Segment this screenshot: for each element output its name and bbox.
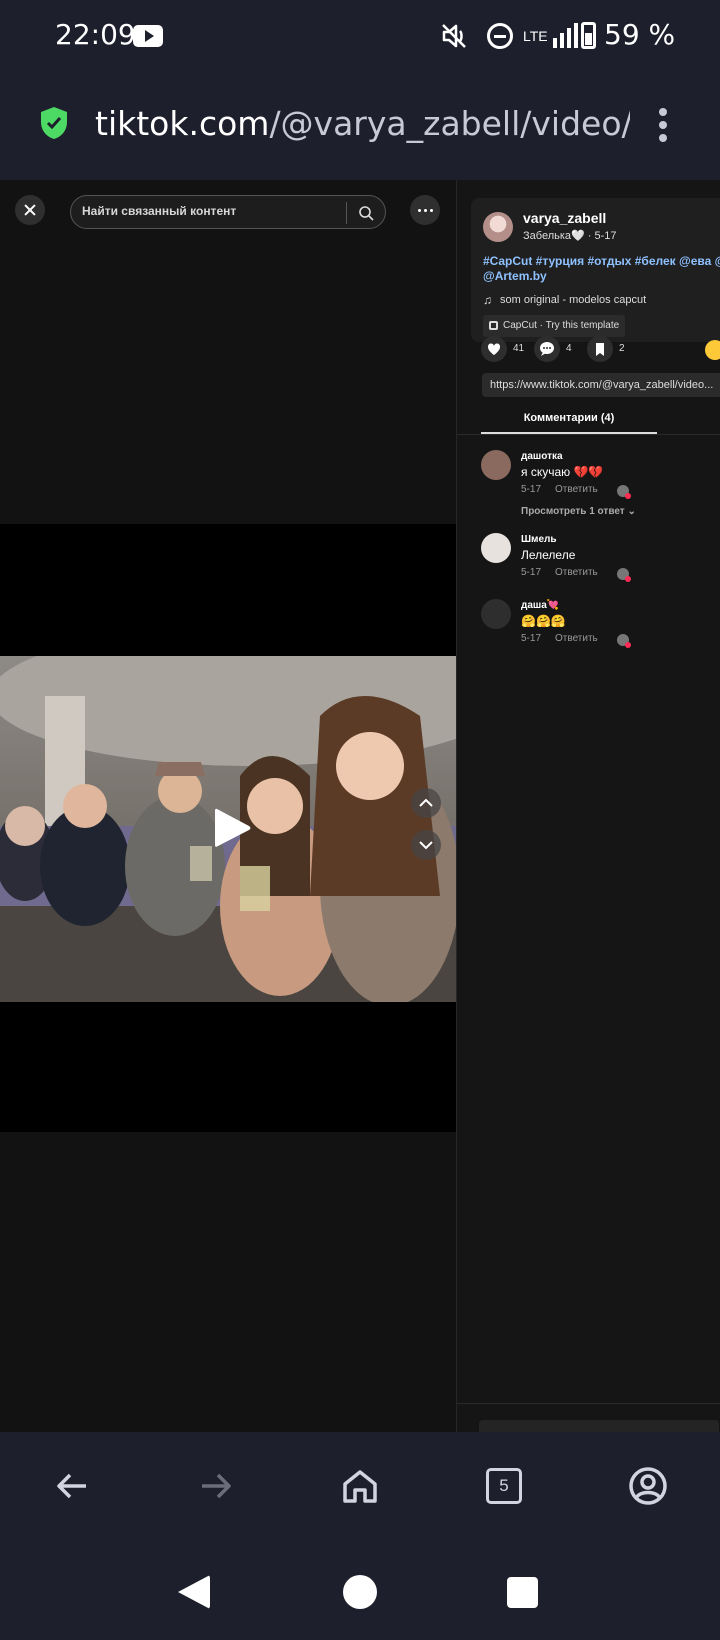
save-count: 2 <box>619 343 625 354</box>
comment-like-icon[interactable] <box>617 634 631 648</box>
tab-count: 5 <box>486 1468 522 1504</box>
comment-author[interactable]: даша💘 <box>521 600 559 611</box>
network-type: LTE <box>523 28 548 44</box>
comment-author[interactable]: дашотка <box>521 451 563 462</box>
search-input[interactable]: Найти связанный контент <box>82 204 236 218</box>
comment-count: 4 <box>566 343 572 354</box>
home-icon[interactable] <box>336 1462 384 1510</box>
comment-meta: 5-17 Ответить <box>521 633 598 644</box>
previous-video-button[interactable] <box>411 788 441 818</box>
chevron-up-icon <box>419 798 433 807</box>
system-back-icon[interactable] <box>178 1575 210 1609</box>
comment-text: Лелелеле <box>521 548 576 562</box>
comment-input-divider <box>457 1403 720 1404</box>
signal-icon <box>553 23 578 48</box>
bookmark-icon <box>596 343 604 356</box>
comment-meta: 5-17 Ответить <box>521 484 598 495</box>
reply-button[interactable]: Ответить <box>555 567 598 578</box>
search-icon[interactable] <box>358 205 374 221</box>
music-note-icon: ♫ <box>483 293 492 307</box>
comment-date: 5-17 <box>521 567 542 578</box>
tiktok-page: Найти связанный контент varya_zabell Заб… <box>0 180 720 1432</box>
author-avatar[interactable] <box>483 212 513 242</box>
comment-like-icon[interactable] <box>617 568 631 582</box>
comment-meta: 5-17 Ответить <box>521 567 598 578</box>
youtube-icon <box>133 25 163 47</box>
system-recents-icon[interactable] <box>507 1577 538 1608</box>
account-icon[interactable] <box>624 1462 672 1510</box>
tab-divider <box>457 434 720 435</box>
reply-button[interactable]: Ответить <box>555 484 598 495</box>
view-replies-button[interactable]: Просмотреть 1 ответ ⌄ <box>521 506 636 517</box>
capcut-template-button[interactable]: CapCut · Try this template <box>483 315 626 337</box>
comment-text: 🤗🤗🤗 <box>521 614 566 628</box>
browser-url-bar: tiktok.com/@varya_zabell/video/75 <box>0 72 720 180</box>
capcut-label: CapCut · Try this template <box>503 320 620 331</box>
browser-menu-button[interactable] <box>655 108 671 148</box>
chevron-down-icon <box>419 841 433 850</box>
search-divider <box>346 202 347 224</box>
system-home-icon[interactable] <box>343 1575 377 1609</box>
comment-avatar[interactable] <box>481 450 511 480</box>
author-username[interactable]: varya_zabell <box>523 210 606 226</box>
next-video-button[interactable] <box>411 830 441 860</box>
copy-link-field[interactable]: https://www.tiktok.com/@varya_zabell/vid… <box>482 373 720 397</box>
music-link[interactable]: som original - modelos capcut <box>500 294 646 306</box>
do-not-disturb-icon <box>487 23 513 49</box>
like-count: 41 <box>513 343 525 354</box>
close-button[interactable] <box>15 195 45 225</box>
url-path: /@varya_zabell/video/75 <box>269 104 630 143</box>
battery-icon <box>581 22 596 49</box>
more-options-button[interactable] <box>410 195 440 225</box>
status-time: 22:09 <box>55 18 136 51</box>
url-host: tiktok.com <box>95 104 270 143</box>
comment-date: 5-17 <box>521 633 542 644</box>
view-replies-label: Просмотреть 1 ответ <box>521 506 625 517</box>
post-mention[interactable]: @Artem.by <box>483 269 547 283</box>
comment-input[interactable] <box>479 1420 719 1432</box>
url-field[interactable]: tiktok.com/@varya_zabell/video/75 <box>95 104 630 148</box>
play-icon[interactable] <box>212 806 252 850</box>
description-card: varya_zabell Забелька🤍 · 5-17 #CapCut #т… <box>471 198 720 342</box>
share-icon[interactable] <box>705 340 720 360</box>
capcut-icon <box>489 321 498 330</box>
tab-comments[interactable]: Комментарии (4) <box>481 412 657 424</box>
battery-percent: 59 % <box>604 18 676 51</box>
post-caption[interactable]: #CapCut #турция #отдых #белек @ева @ <box>483 253 720 269</box>
comment-avatar[interactable] <box>481 599 511 629</box>
author-nickname: Забелька🤍 · 5-17 <box>523 230 617 242</box>
comment-avatar[interactable] <box>481 533 511 563</box>
heart-icon <box>487 343 501 355</box>
comment-text: я скучаю 💔💔 <box>521 465 604 479</box>
comment-like-icon[interactable] <box>617 485 631 499</box>
forward-arrow-icon[interactable] <box>192 1462 240 1510</box>
back-arrow-icon[interactable] <box>48 1462 96 1510</box>
details-pane: varya_zabell Забелька🤍 · 5-17 #CapCut #т… <box>456 180 720 1432</box>
video-pane: Найти связанный контент <box>0 180 456 1432</box>
mute-icon <box>442 24 466 48</box>
shield-check-icon[interactable] <box>40 106 68 140</box>
comment-date: 5-17 <box>521 484 542 495</box>
system-navigation-bar <box>0 1542 720 1640</box>
status-bar: 22:09 LTE 59 % <box>0 0 720 72</box>
comment-author[interactable]: Шмель <box>521 534 557 545</box>
browser-toolbar: 5 <box>0 1432 720 1542</box>
reply-button[interactable]: Ответить <box>555 633 598 644</box>
tabs-button[interactable]: 5 <box>480 1462 528 1510</box>
search-box[interactable]: Найти связанный контент <box>70 195 386 229</box>
comment-icon <box>540 342 554 356</box>
